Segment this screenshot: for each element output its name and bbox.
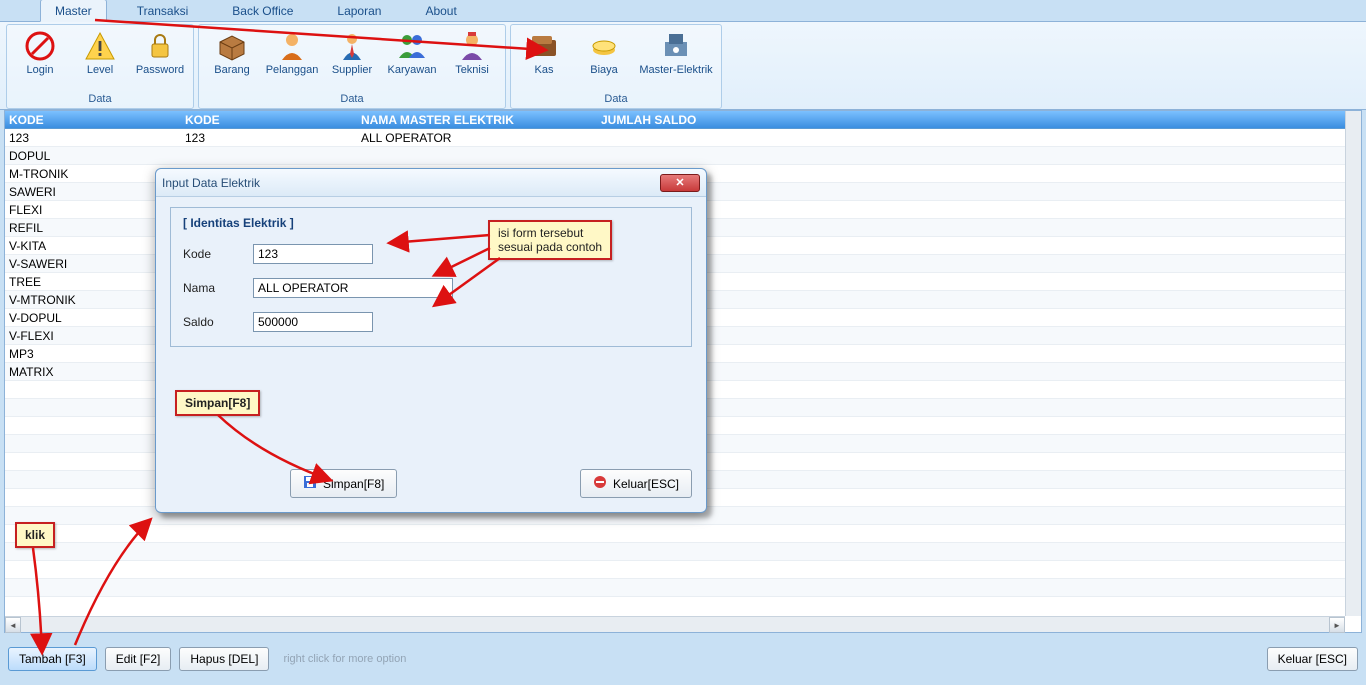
box-icon: [216, 30, 248, 62]
ribbon-tabs: Master Transaksi Back Office Laporan Abo…: [0, 0, 1366, 22]
table-row[interactable]: 123123ALL OPERATOR: [5, 129, 1361, 147]
ribbon-kas[interactable]: Kas: [517, 28, 571, 91]
hscrollbar[interactable]: ◄ ►: [5, 616, 1345, 632]
ribbon-group-label: Data: [199, 91, 505, 108]
cell: 123: [5, 131, 181, 145]
kode-input[interactable]: [253, 244, 373, 264]
person-tie-icon: [336, 30, 368, 62]
stop-icon: [593, 475, 607, 492]
kode-label: Kode: [183, 247, 253, 261]
tab-transaksi[interactable]: Transaksi: [123, 0, 203, 21]
simpan-label: Simpan[F8]: [323, 477, 384, 491]
tambah-button[interactable]: Tambah [F3]: [8, 647, 97, 671]
ribbon-group-master: Barang Pelanggan Supplier Karyawan: [198, 24, 506, 109]
col-nama[interactable]: NAMA MASTER ELEKTRIK: [357, 113, 597, 127]
callout-klik: klik: [15, 522, 55, 548]
ribbon-teknisi[interactable]: Teknisi: [445, 28, 499, 91]
save-icon: [303, 475, 317, 492]
close-icon[interactable]: ✕: [660, 174, 700, 192]
grid-header: KODE KODE NAMA MASTER ELEKTRIK JUMLAH SA…: [5, 111, 1361, 129]
tab-about[interactable]: About: [411, 0, 470, 21]
cell: 123: [181, 131, 357, 145]
table-row: [5, 579, 1361, 597]
callout-fill-form: isi form tersebut sesuai pada contoh: [488, 220, 612, 260]
dialog-keluar-label: Keluar[ESC]: [613, 477, 679, 491]
ribbon-pelanggan[interactable]: Pelanggan: [265, 28, 319, 91]
col-kode[interactable]: KODE: [5, 113, 181, 127]
tab-laporan[interactable]: Laporan: [323, 0, 395, 21]
hapus-button[interactable]: Hapus [DEL]: [179, 647, 269, 671]
warning-icon: [84, 30, 116, 62]
saldo-input[interactable]: [253, 312, 373, 332]
edit-button[interactable]: Edit [F2]: [105, 647, 172, 671]
ribbon-login[interactable]: Login: [13, 28, 67, 91]
ribbon-password[interactable]: Password: [133, 28, 187, 91]
identitas-fieldset: [ Identitas Elektrik ] Kode Nama Saldo: [170, 207, 692, 347]
ribbon-group-label: Data: [511, 91, 721, 108]
footer-bar: Tambah [F3] Edit [F2] Hapus [DEL] right …: [4, 637, 1362, 681]
scroll-right-icon[interactable]: ►: [1329, 617, 1345, 633]
simpan-button[interactable]: Simpan[F8]: [290, 469, 397, 498]
ribbon-biaya[interactable]: Biaya: [577, 28, 631, 91]
keluar-button[interactable]: Keluar [ESC]: [1267, 647, 1358, 671]
ribbon-master-elektrik[interactable]: Master-Elektrik: [637, 28, 715, 91]
technician-icon: [456, 30, 488, 62]
cell: ALL OPERATOR: [357, 131, 597, 145]
saldo-label: Saldo: [183, 315, 253, 329]
callout-simpan: Simpan[F8]: [175, 390, 260, 416]
footer-hint: right click for more option: [283, 653, 406, 665]
cancel-icon: [24, 30, 56, 62]
vscrollbar[interactable]: [1345, 111, 1361, 616]
person-icon: [276, 30, 308, 62]
people-icon: [396, 30, 428, 62]
tab-backoffice[interactable]: Back Office: [218, 0, 307, 21]
scroll-left-icon[interactable]: ◄: [5, 617, 21, 633]
ribbon-level[interactable]: Level: [73, 28, 127, 91]
cell: DOPUL: [5, 149, 181, 163]
lock-icon: [144, 30, 176, 62]
table-row: [5, 543, 1361, 561]
register-icon: [660, 30, 692, 62]
table-row: [5, 525, 1361, 543]
ribbon-group-fin: Kas Biaya Master-Elektrik Data: [510, 24, 722, 109]
ribbon-group-auth: Login Level Password Data: [6, 24, 194, 109]
wallet-icon: [528, 30, 560, 62]
table-row[interactable]: DOPUL: [5, 147, 1361, 165]
col-kode2[interactable]: KODE: [181, 113, 357, 127]
dialog-title: Input Data Elektrik: [162, 176, 660, 190]
tab-master[interactable]: Master: [40, 0, 107, 22]
input-data-elektrik-dialog: Input Data Elektrik ✕ [ Identitas Elektr…: [155, 168, 707, 513]
ribbon-barang[interactable]: Barang: [205, 28, 259, 91]
ribbon-karyawan[interactable]: Karyawan: [385, 28, 439, 91]
col-jumlah[interactable]: JUMLAH SALDO: [597, 113, 837, 127]
table-row: [5, 561, 1361, 579]
nama-input[interactable]: [253, 278, 453, 298]
ribbon: Login Level Password Data: [0, 22, 1366, 110]
ribbon-group-label: Data: [7, 91, 193, 108]
ribbon-supplier[interactable]: Supplier: [325, 28, 379, 91]
dialog-keluar-button[interactable]: Keluar[ESC]: [580, 469, 692, 498]
nama-label: Nama: [183, 281, 253, 295]
dialog-titlebar[interactable]: Input Data Elektrik ✕: [156, 169, 706, 197]
cash-icon: [588, 30, 620, 62]
